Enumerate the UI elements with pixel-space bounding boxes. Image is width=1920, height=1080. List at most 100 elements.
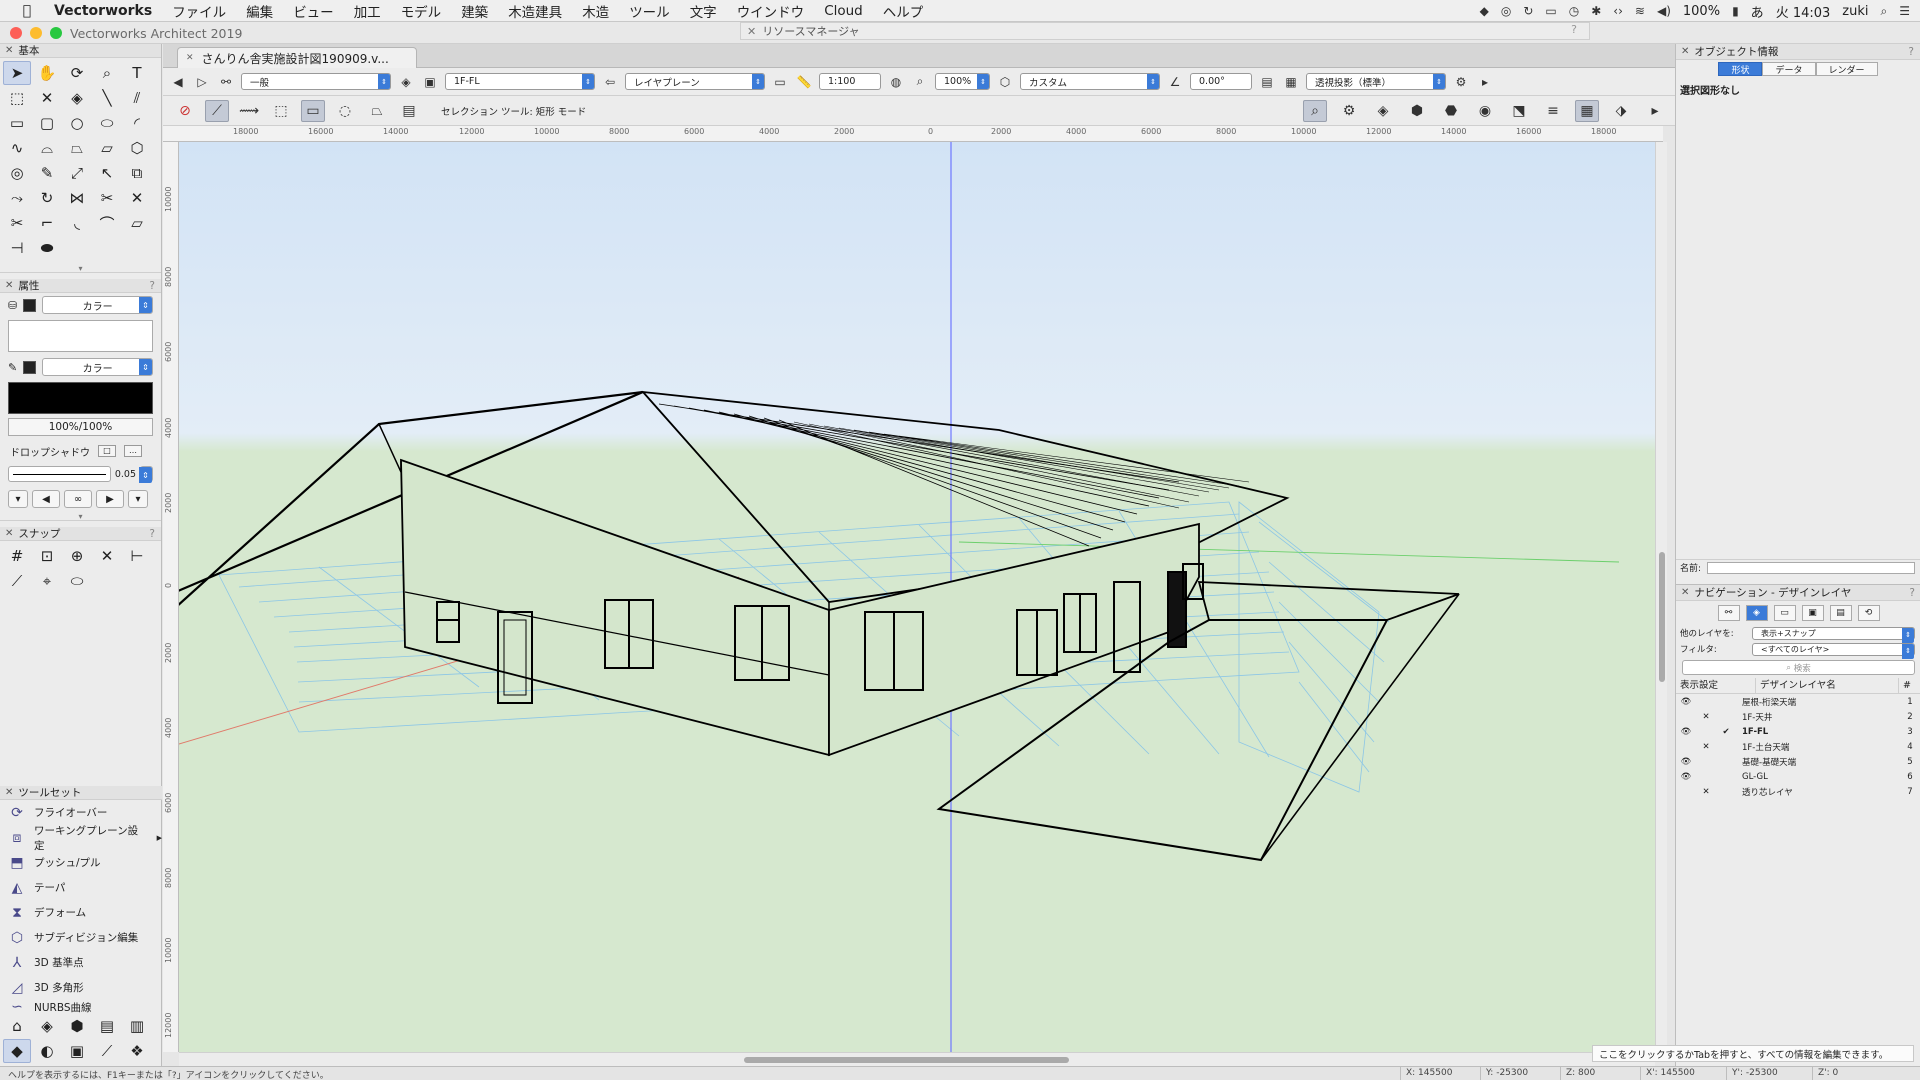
close-window-button[interactable] — [10, 27, 22, 39]
layer-name[interactable]: GL-GL — [1736, 772, 1899, 782]
document-tab[interactable]: ✕ さんりん舎実施設計図190909.v... — [177, 47, 417, 68]
layer-name[interactable]: 1F-FL — [1736, 727, 1899, 737]
settings-icon[interactable]: ⚙ — [1337, 100, 1361, 122]
palette-grip[interactable]: ▾ — [0, 264, 161, 273]
palette-grip[interactable]: ▾ — [0, 512, 161, 521]
coord-z-prime[interactable]: Z': 0 — [1812, 1067, 1882, 1080]
menu-cloud[interactable]: Cloud — [824, 3, 863, 19]
filter-select[interactable]: <すべてのレイヤ> ⇕ — [1752, 642, 1915, 659]
plane-icon[interactable]: ⇦ — [601, 73, 619, 91]
standard-views-icon[interactable]: ⬢ — [1405, 100, 1429, 122]
menu-file[interactable]: ファイル — [172, 1, 226, 21]
polyline-mode-icon[interactable]: ⟿ — [237, 100, 261, 122]
zoom-icon[interactable]: ⌕ — [911, 73, 929, 91]
lighting-toolset-icon[interactable]: ◐ — [33, 1039, 61, 1063]
close-icon[interactable]: ✕ — [186, 53, 194, 63]
render-preview-icon[interactable]: ▦ — [1575, 100, 1599, 122]
3d-modeling-toolset-icon[interactable]: ◆ — [3, 1039, 31, 1063]
snap-surface-icon[interactable]: ⬭ — [63, 569, 91, 593]
layer-row[interactable]: 👁 基礎-基礎天端 5 — [1676, 754, 1920, 769]
double-polygon-tool-icon[interactable]: ⏥ — [93, 136, 121, 160]
basic-palette-header[interactable]: ✕ 基本 — [0, 44, 161, 58]
fill-preview[interactable] — [8, 320, 153, 352]
attr-palette-header[interactable]: ✕ 属性 ? — [0, 279, 161, 293]
box-toolset-icon[interactable]: ▣ — [63, 1039, 91, 1063]
layer-icon[interactable]: ◈ — [397, 73, 415, 91]
layer-row[interactable]: ✕ 1F-土台天端 4 — [1676, 739, 1920, 754]
render-select[interactable]: カスタム ⇕ — [1020, 73, 1160, 90]
menu-wood[interactable]: 木造 — [582, 1, 609, 21]
spotlight-icon[interactable]: ⌕ — [1881, 4, 1888, 19]
snap-intersection-icon[interactable]: ✕ — [93, 544, 121, 568]
double-line-tool-icon[interactable]: ⫽ — [123, 86, 151, 110]
oip-header[interactable]: ✕ オブジェクト情報 ? — [1676, 44, 1920, 60]
hexagon-tool-icon[interactable]: ⬡ — [123, 136, 151, 160]
navigation-header[interactable]: ✕ ナビゲーション - デザインレイヤ ? — [1676, 585, 1920, 601]
vertical-scrollbar[interactable] — [1655, 142, 1667, 1052]
arrow-link-icon[interactable]: ∞ — [64, 490, 92, 508]
zoom-window-button[interactable] — [50, 27, 62, 39]
tab-data[interactable]: データ — [1762, 62, 1816, 76]
polygon-tool-icon[interactable]: ⏢ — [63, 136, 91, 160]
menu-wood-fittings[interactable]: 木造建具 — [508, 1, 562, 21]
layer-select[interactable]: 1F-FL ⇕ — [445, 73, 595, 90]
class-nav-icon[interactable]: ⚯ — [1717, 605, 1740, 621]
more-arrow-icon[interactable]: ▸ — [1643, 100, 1667, 122]
help-icon[interactable]: ? — [1571, 23, 1577, 36]
dropbox-icon[interactable]: ◆ — [1480, 4, 1489, 18]
layer-name[interactable]: 透り芯レイヤ — [1736, 786, 1899, 798]
object-view-icon[interactable]: ⬣ — [1439, 100, 1463, 122]
site-toolset-icon[interactable]: ⌂ — [3, 1014, 31, 1038]
tab-shape[interactable]: 形状 — [1718, 62, 1763, 76]
lighting-icon[interactable]: ◉ — [1473, 100, 1497, 122]
snap-object-icon[interactable]: ⊡ — [33, 544, 61, 568]
snap-palette-header[interactable]: ✕ スナップ ? — [0, 527, 161, 541]
menu-model[interactable]: モデル — [401, 1, 442, 21]
hidden-x-icon[interactable]: ✕ — [1696, 742, 1716, 752]
detail-toolset-icon[interactable]: ⟋ — [93, 1039, 121, 1063]
coord-z[interactable]: Z: 800 — [1560, 1067, 1640, 1080]
angle-icon[interactable]: ∠ — [1166, 73, 1184, 91]
layer-row[interactable]: ✕ 1F-天井 2 — [1676, 709, 1920, 724]
close-icon[interactable]: ✕ — [1681, 46, 1689, 57]
layer-search-input[interactable]: ⌕ 検索 — [1682, 660, 1915, 675]
hidden-x-icon[interactable]: ✕ — [1696, 787, 1716, 797]
move-by-points-tool-icon[interactable]: ⤳ — [3, 186, 31, 210]
visibility-icon[interactable]: ◈ — [1371, 100, 1395, 122]
coord-y[interactable]: Y: -25300 — [1480, 1067, 1560, 1080]
split-tool-icon[interactable]: ✂ — [93, 186, 121, 210]
text-tool-icon[interactable]: T — [123, 61, 151, 85]
wifi-icon[interactable]: ≋ — [1635, 4, 1645, 18]
creative-cloud-icon[interactable]: ◎ — [1501, 4, 1511, 18]
close-icon[interactable]: ✕ — [5, 280, 13, 291]
attribute-mapping-tool-icon[interactable]: ⤢ — [63, 161, 91, 185]
layer-row[interactable]: ✕ 透り芯レイヤ 7 — [1676, 784, 1920, 799]
arrow-menu-left[interactable]: ▾ — [8, 490, 28, 508]
viewport-nav-icon[interactable]: ▣ — [1801, 605, 1824, 621]
back-icon[interactable]: ◀ — [169, 73, 187, 91]
building-toolset-icon[interactable]: ◈ — [33, 1014, 61, 1038]
close-icon[interactable]: ✕ — [5, 45, 13, 56]
oval-tool-icon[interactable]: ⬭ — [93, 111, 121, 135]
layer-options-icon[interactable]: ▣ — [421, 73, 439, 91]
eye-icon[interactable]: 👁 — [1676, 772, 1696, 782]
flyover-tool-icon[interactable]: ⟳ — [63, 61, 91, 85]
coord-y-prime[interactable]: Y': -25300 — [1726, 1067, 1812, 1080]
mirror-tool-icon[interactable]: ⋈ — [63, 186, 91, 210]
notification-center-icon[interactable]: ☰ — [1899, 4, 1910, 18]
camera-icon[interactable]: ⬔ — [1507, 100, 1531, 122]
projection-select[interactable]: 透視投影（標準） ⇕ — [1306, 73, 1446, 90]
rotate-tool-icon[interactable]: ↻ — [33, 186, 61, 210]
name-field[interactable] — [1707, 561, 1915, 574]
zoom-tool-icon[interactable]: ⌕ — [93, 61, 121, 85]
layer-display-icon[interactable]: ▤ — [1258, 73, 1276, 91]
tool-push-pull[interactable]: ⬒ プッシュ/プル — [0, 850, 162, 875]
rectangle-tool-icon[interactable]: ▭ — [3, 111, 31, 135]
help-icon[interactable]: ? — [149, 528, 155, 540]
edit-all-info-tip[interactable]: ここをクリックするかTabを押すと、すべての情報を編集できます。 — [1592, 1045, 1914, 1062]
menu-modify[interactable]: 加工 — [354, 1, 381, 21]
tool-3d-polygon[interactable]: ◿ 3D 多角形 — [0, 975, 162, 1000]
close-icon[interactable]: ✕ — [5, 528, 13, 539]
zoom-mode-icon[interactable]: ⌕ — [1303, 100, 1327, 122]
ime-indicator[interactable]: あ — [1751, 2, 1764, 21]
